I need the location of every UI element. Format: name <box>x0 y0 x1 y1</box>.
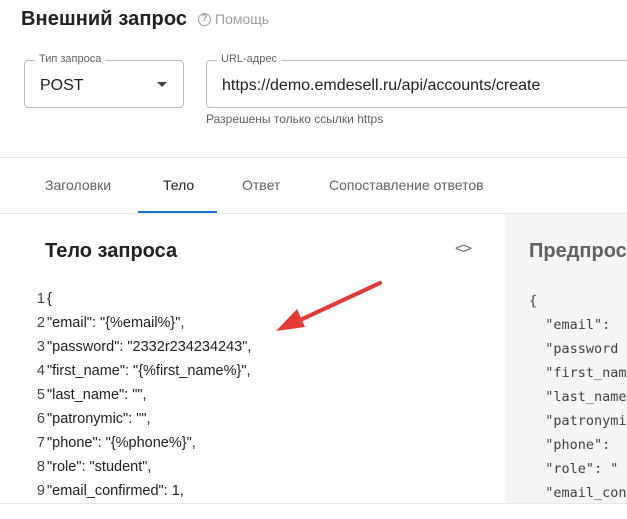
line-number: 2 <box>36 315 45 331</box>
code-line: 1{ <box>30 287 251 311</box>
code-line: 2 "email": "{%email%}", <box>30 311 251 335</box>
preview-line: { <box>529 293 538 309</box>
preview-line: "phone": <box>529 437 619 453</box>
code-line: 8 "role": "student", <box>30 455 251 479</box>
line-number: 6 <box>36 411 45 427</box>
help-circle-icon: ? <box>198 12 211 26</box>
preview-line: "password <box>529 341 619 357</box>
preview-line: "patronymi <box>529 413 627 429</box>
preview-line: "first_nam <box>529 365 627 381</box>
line-number: 3 <box>36 339 45 355</box>
tab-response[interactable]: Ответ <box>242 177 280 193</box>
line-code: "patronymic": "", <box>47 411 151 427</box>
dropdown-arrow-icon <box>157 82 167 87</box>
preview-line: "last_name <box>529 389 627 405</box>
code-editor[interactable]: 1{ 2 "email": "{%email%}", 3 "password": "… <box>30 287 251 503</box>
line-code: "last_name": "", <box>47 387 147 403</box>
line-number: 8 <box>36 459 45 475</box>
preview-panel-title: Предпросм <box>529 240 627 262</box>
line-code: "first_name": "{%first_name%}", <box>47 363 251 379</box>
request-type-select[interactable]: Тип запроса POST <box>24 53 184 108</box>
line-number: 1 <box>36 291 45 307</box>
tab-response-mapping[interactable]: Сопоставление ответов <box>329 177 484 193</box>
tab-headers[interactable]: Заголовки <box>45 177 111 193</box>
line-number: 4 <box>36 363 45 379</box>
code-line: 7 "phone": "{%phone%}", <box>30 431 251 455</box>
code-line: 3 "password": "2332r234234243", <box>30 335 251 359</box>
code-line: 4 "first_name": "{%first_name%}", <box>30 359 251 383</box>
line-number: 5 <box>36 387 45 403</box>
body-panel-title: Тело запроса <box>45 240 178 262</box>
line-number: 7 <box>36 435 45 451</box>
line-code: "phone": "{%phone%}", <box>47 435 196 451</box>
preview-panel: Предпросм { "email": "password "first_na… <box>505 214 627 504</box>
url-label: URL-адрес <box>217 53 281 65</box>
url-hint: Разрешены только ссылки https <box>206 112 384 126</box>
code-line: 9 "email_confirmed": 1, <box>30 479 251 503</box>
request-type-value: POST <box>40 77 84 94</box>
bottom-divider <box>0 503 627 504</box>
preview-line: "role": " <box>529 461 619 477</box>
preview-line: "email_con <box>529 485 627 501</box>
line-code: "email_confirmed": 1, <box>47 483 184 499</box>
section-divider <box>0 157 627 158</box>
help-link[interactable]: ? Помощь <box>198 11 269 27</box>
line-code: "role": "student", <box>47 459 152 475</box>
code-icon[interactable]: <> <box>455 239 472 257</box>
preview-line: "email": <box>529 317 619 333</box>
tab-body[interactable]: Тело <box>163 177 194 193</box>
url-value: https://demo.emdesell.ru/api/accounts/cr… <box>222 77 541 94</box>
code-line: 6 "patronymic": "", <box>30 407 251 431</box>
preview-code: { "email": "password "first_nam "last_na… <box>529 289 627 504</box>
line-number: 9 <box>36 483 45 499</box>
line-code: "password": "2332r234234243", <box>47 339 252 355</box>
request-type-label: Тип запроса <box>35 53 106 65</box>
line-code: { <box>47 291 52 307</box>
help-label: Помощь <box>215 11 270 27</box>
page-title: Внешний запрос <box>21 8 188 30</box>
line-code: "email": "{%email%}", <box>47 315 185 331</box>
code-line: 5 "last_name": "", <box>30 383 251 407</box>
url-input[interactable]: URL-адрес https://demo.emdesell.ru/api/a… <box>206 53 627 108</box>
